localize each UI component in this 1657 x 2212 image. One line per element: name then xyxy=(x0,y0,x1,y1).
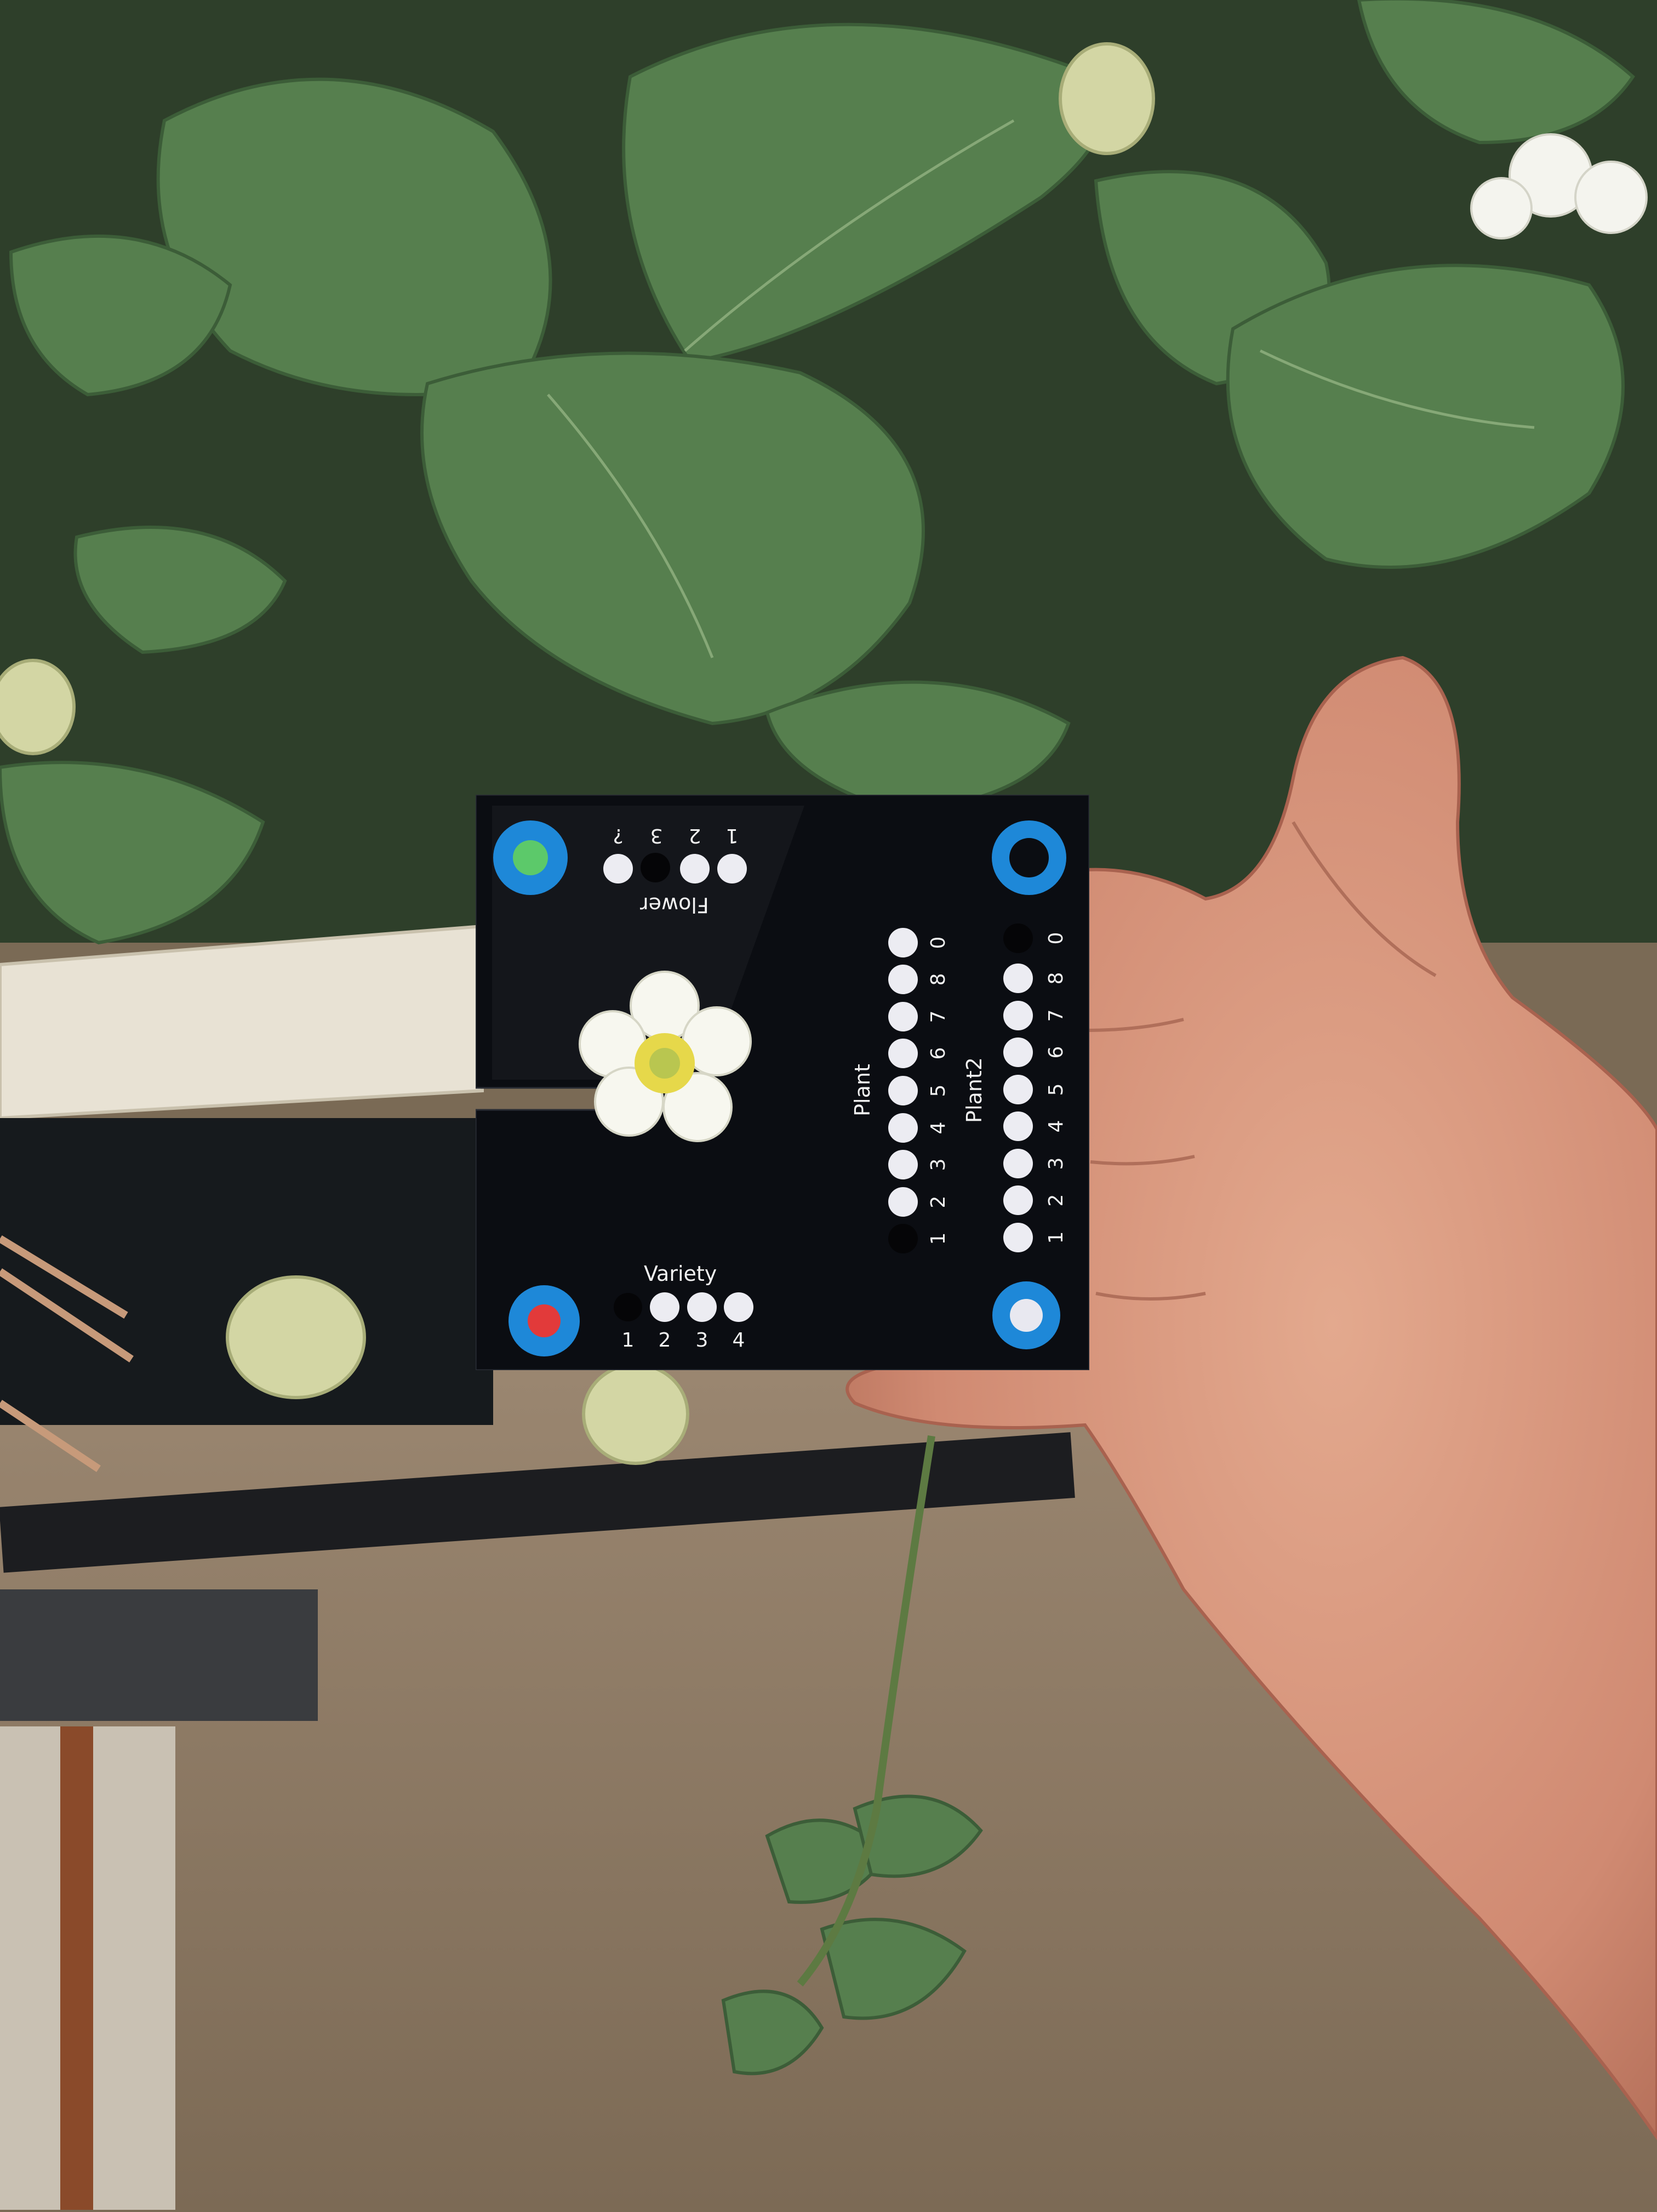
marker-top-right xyxy=(992,820,1066,895)
plant-digit: 4 xyxy=(927,1121,950,1134)
plant2-digit: 2 xyxy=(1045,1194,1067,1207)
rust-stripe xyxy=(60,1726,93,2210)
plant2-digit: 7 xyxy=(1045,1009,1067,1022)
plant2-label: Plant2 xyxy=(962,1057,986,1123)
plant-digit: 5 xyxy=(927,1084,950,1097)
variety-label: Variety xyxy=(644,1262,717,1286)
white-tray xyxy=(0,924,484,1120)
marker-bottom-right xyxy=(992,1281,1060,1349)
variety-digit: 3 xyxy=(695,1329,708,1352)
plant-label: Plant xyxy=(850,1064,875,1116)
plant-digit: 3 xyxy=(927,1158,950,1171)
flower-digit: 3 xyxy=(650,824,663,847)
card-graphic xyxy=(476,795,1089,1370)
variety-digit: 1 xyxy=(621,1329,635,1352)
plant2-digit: 3 xyxy=(1045,1157,1067,1170)
photo-scene: Flower 1 2 3 ? Variety 1 2 3 4 Plant 1 2… xyxy=(0,0,1657,2210)
plant2-digit: 6 xyxy=(1045,1046,1067,1059)
flower-digit: 1 xyxy=(725,824,739,847)
variety-digit: 2 xyxy=(658,1329,671,1352)
plant-digit: 2 xyxy=(927,1195,950,1208)
plant-digit: 1 xyxy=(927,1232,950,1245)
plant-digit: 0 xyxy=(927,936,950,949)
plant2-digit: 8 xyxy=(1045,972,1067,985)
flower-digit: 2 xyxy=(688,824,701,847)
flower-label: Flower xyxy=(640,893,709,917)
variety-digit: 4 xyxy=(732,1329,745,1352)
plant2-digit: 0 xyxy=(1045,932,1067,945)
plant-dots xyxy=(888,928,918,1253)
flower-id-card: Flower 1 2 3 ? Variety 1 2 3 4 Plant 1 2… xyxy=(476,795,1089,1370)
clamp xyxy=(0,1589,318,1721)
plant-digit: 8 xyxy=(927,973,950,986)
flower-digit: ? xyxy=(613,824,624,847)
plant2-dots xyxy=(1003,923,1033,1252)
plant2-digit: 5 xyxy=(1045,1083,1067,1096)
marker-bottom-left xyxy=(508,1285,580,1356)
plant-digit: 6 xyxy=(927,1047,950,1060)
plant2-digit: 1 xyxy=(1045,1231,1067,1244)
plant2-digit: 4 xyxy=(1045,1120,1067,1133)
plant-digit: 7 xyxy=(927,1010,950,1023)
marker-top-left xyxy=(493,820,568,895)
